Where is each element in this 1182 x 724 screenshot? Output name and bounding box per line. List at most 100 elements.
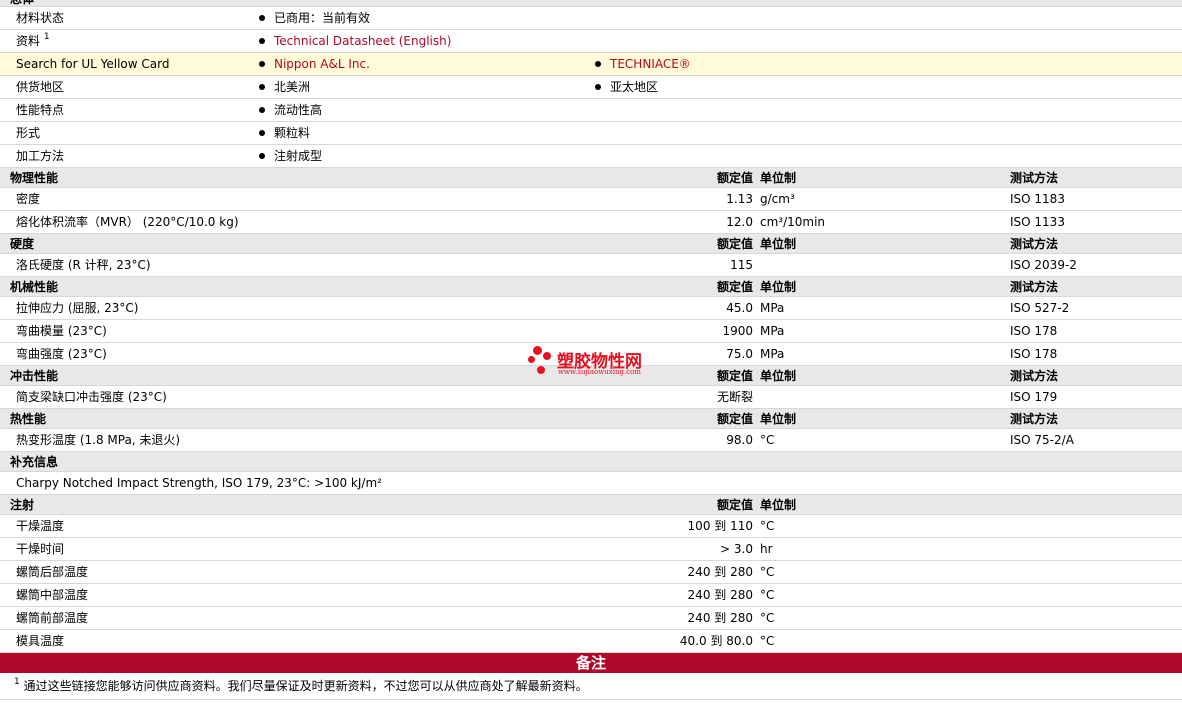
general-info-table: 材料状态 已商用：当前有效 资料 1 Technical Datasheet (Eng… [0,7,1182,168]
property-unit: hr [760,542,773,556]
info-value-link[interactable]: Technical Datasheet (English) [274,34,451,48]
info-value-link[interactable]: Nippon A&L Inc. [274,57,370,71]
info-value: Nippon A&L Inc. [259,53,370,76]
info-value-text: 注射成型 [274,149,323,163]
info-label-text: 供货地区 [16,80,65,94]
property-method: ISO 527-2 [1010,301,1070,315]
property-row: 简支梁缺口冲击强度 (23°C) 无断裂 ISO 179 [0,386,1182,409]
bullet-icon [259,14,265,21]
property-unit: MPa [760,301,785,315]
info-row: 加工方法 注射成型 [0,145,1182,168]
header-method: 测试方法 [1010,280,1059,294]
property-value: 240 到 280 [687,565,753,579]
section-title: 冲击性能 [10,369,59,383]
remarks-header: 备注 [0,653,1182,673]
info-label-text: Search for UL Yellow Card [16,57,170,71]
bullet-icon [259,60,265,67]
header-unit: 单位制 [760,498,797,512]
header-value: 额定值 [716,171,753,185]
header-value: 额定值 [716,280,753,294]
property-value: 115 [730,258,753,272]
header-method: 测试方法 [1010,412,1059,426]
info-row: Search for UL Yellow Card Nippon A&L Inc.… [0,53,1182,76]
info-value-text: 流动性高 [274,103,323,117]
remarks-note: 1 通过这些链接您能够访问供应商资料。我们尽量保证及时更新资料，不过您可以从供应… [14,675,588,697]
property-unit: g/cm³ [760,192,795,206]
info-value: 注射成型 [259,145,322,168]
property-value: 1.13 [726,192,753,206]
property-name: 简支梁缺口冲击强度 (23°C) [16,390,167,404]
header-unit: 单位制 [760,280,797,294]
section-title: 总体 [10,0,34,6]
info-row: 形式 颗粒料 [0,122,1182,145]
bullet-icon [595,60,601,67]
property-value: 100 到 110 [687,519,753,533]
section-header: 物理性能 额定值 单位制 测试方法 [0,168,1182,188]
bullet-icon [259,129,265,136]
bullet-icon [259,37,265,44]
injection-section: 注射 额定值 单位制干燥温度 100 到 110 °C 干燥时间 > 3.0 hr 螺筒后部温度… [0,495,1182,653]
property-row: 螺筒中部温度 240 到 280 °C [0,584,1182,607]
info-label-text: 形式 [16,126,41,140]
property-method: ISO 75-2/A [1010,433,1074,447]
bullet-icon [259,83,265,90]
header-unit: 单位制 [760,237,797,251]
property-name: 洛氏硬度 (R 计秤, 23°C) [16,258,151,272]
property-unit: °C [760,565,775,579]
property-unit: °C [760,433,775,447]
property-method: ISO 1133 [1010,215,1065,229]
footnote-marker: 1 [43,32,50,42]
section-header: 机械性能 额定值 单位制 测试方法 [0,277,1182,297]
section-title: 物理性能 [10,171,59,185]
bullet-icon [259,106,265,113]
property-name: 螺筒前部温度 [16,611,89,625]
property-value: 1900 [722,324,753,338]
remarks-title: 备注 [575,654,606,672]
property-unit: MPa [760,347,785,361]
property-name: 热变形温度 (1.8 MPa, 未退火) [16,433,181,447]
bullet-icon [595,83,601,90]
property-value: 40.0 到 80.0 [679,634,753,648]
property-row: 弯曲模量 (23°C) 1900 MPa ISO 178 [0,320,1182,343]
property-value: 75.0 [726,347,753,361]
property-method: ISO 178 [1010,347,1058,361]
info-value-text: 北美洲 [274,80,311,94]
property-name: 密度 [16,192,41,206]
property-name: 弯曲强度 (23°C) [16,347,107,361]
header-value: 额定值 [716,369,753,383]
section-title: 注射 [10,498,35,512]
property-value: 98.0 [726,433,753,447]
info-value: 北美洲 [259,76,310,99]
property-method: ISO 1183 [1010,192,1065,206]
property-name: 干燥温度 [16,519,65,533]
bullet-icon [259,152,265,159]
info-value: 亚太地区 [595,76,658,99]
info-row: 材料状态 已商用：当前有效 [0,7,1182,30]
section-header-supplement: 补充信息 [0,452,1182,472]
header-unit: 单位制 [760,369,797,383]
property-name: 螺筒中部温度 [16,588,89,602]
property-row: 干燥温度 100 到 110 °C [0,515,1182,538]
header-unit: 单位制 [760,171,797,185]
property-unit: cm³/10min [760,215,826,229]
property-row: 洛氏硬度 (R 计秤, 23°C) 115 ISO 2039-2 [0,254,1182,277]
header-value: 额定值 [716,412,753,426]
info-row: 资料 1 Technical Datasheet (English) [0,30,1182,53]
property-row: 热变形温度 (1.8 MPa, 未退火) 98.0 °C ISO 75-2/A [0,429,1182,452]
header-unit: 单位制 [760,412,797,426]
info-label: 性能特点 [16,99,64,122]
property-value: 240 到 280 [687,611,753,625]
section-header-general: 总体 [0,0,1182,7]
info-value: 已商用：当前有效 [259,7,370,30]
property-name: 拉伸应力 (屈服, 23°C) [16,301,139,315]
property-row: 干燥时间 > 3.0 hr [0,538,1182,561]
section-title: 热性能 [10,412,47,426]
header-value: 额定值 [716,498,753,512]
property-value: 240 到 280 [687,588,753,602]
info-label: 供货地区 [16,76,64,99]
property-name: 螺筒后部温度 [16,565,89,579]
supplement-text: Charpy Notched Impact Strength, ISO 179,… [16,476,382,490]
info-value-link[interactable]: TECHNIACE® [610,57,691,71]
footnote-marker: 1 [14,677,20,687]
section-title: 机械性能 [10,280,59,294]
